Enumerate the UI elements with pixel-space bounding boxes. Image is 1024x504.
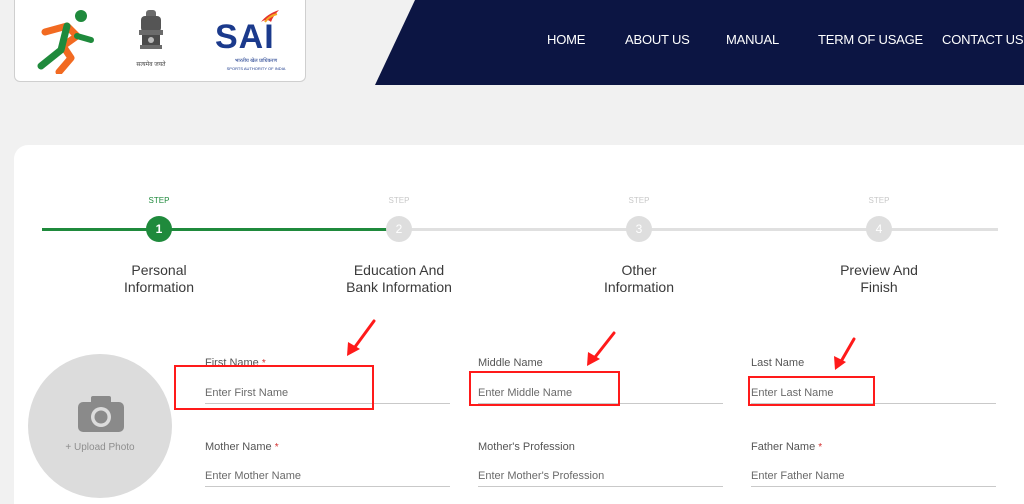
sai-english-caption: SPORTS AUTHORITY OF INDIA [226, 66, 286, 71]
sai-bird-icon [261, 10, 279, 23]
mother-name-required-mark: * [274, 442, 279, 453]
step-4-label: Preview And Finish [794, 262, 964, 296]
logo-panel: सत्यमेव जयते SAI भारतीय खेल प्राधिकरण SP… [14, 0, 306, 82]
step-1-label-line1: Personal [131, 262, 187, 278]
last-name-input[interactable] [751, 382, 996, 404]
step-1-label: Personal Information [74, 262, 244, 296]
last-name-label: Last Name [751, 357, 805, 369]
mother-profession-label: Mother's Profession [478, 441, 575, 453]
fit-india-logo[interactable] [37, 6, 97, 74]
step-2-label-line1: Education And [353, 262, 445, 278]
sai-logo[interactable]: SAI भारतीय खेल प्राधिकरण SPORTS AUTHORIT… [215, 6, 295, 78]
step-2-progress-line [410, 228, 630, 231]
father-name-input[interactable] [751, 465, 996, 487]
middle-name-label: Middle Name [478, 357, 543, 369]
upload-photo-label: + Upload Photo [65, 442, 135, 453]
step-3-tag: STEP [628, 196, 650, 205]
step-4-progress-line [890, 228, 998, 231]
first-name-label-text: First Name [205, 357, 259, 369]
step-3-label-line2: Information [603, 279, 675, 295]
national-emblem-icon [139, 10, 163, 49]
step-1-tag: STEP [148, 196, 170, 205]
mother-name-label-text: Mother Name [205, 441, 272, 453]
nav-about-us[interactable]: ABOUT US [625, 32, 690, 47]
step-4-tag: STEP [868, 196, 890, 205]
nav-manual[interactable]: MANUAL [726, 32, 779, 47]
step-2-tag: STEP [388, 196, 410, 205]
middle-name-input[interactable] [478, 382, 723, 404]
step-4-label-line2: Finish [860, 279, 898, 295]
nav-home[interactable]: HOME [547, 32, 585, 47]
step-3-circle[interactable]: 3 [626, 216, 652, 242]
step-4-label-line1: Preview And [840, 262, 918, 278]
step-2-label: Education And Bank Information [314, 262, 484, 296]
step-2-label-line2: Bank Information [346, 279, 452, 295]
first-name-label: First Name * [205, 357, 266, 369]
nav-contact-us[interactable]: CONTACT US [942, 32, 1024, 47]
step-3-progress-line [650, 228, 870, 231]
mother-profession-input[interactable] [478, 465, 723, 487]
step-1-progress-line [42, 228, 390, 231]
mother-name-label: Mother Name * [205, 441, 279, 453]
step-1-label-line2: Information [123, 279, 195, 295]
step-3-label: Other Information [554, 262, 724, 296]
mother-name-input[interactable] [205, 465, 450, 487]
camera-icon [78, 396, 124, 432]
step-4-circle[interactable]: 4 [866, 216, 892, 242]
first-name-required-mark: * [261, 358, 266, 369]
first-name-input[interactable] [205, 382, 450, 404]
emblem-caption: सत्यमेव जयते [136, 62, 166, 68]
step-1-circle[interactable]: 1 [146, 216, 172, 242]
father-name-label: Father Name * [751, 441, 822, 453]
step-3-label-line1: Other [621, 262, 657, 278]
father-name-required-mark: * [818, 442, 823, 453]
step-2-circle[interactable]: 2 [386, 216, 412, 242]
upload-photo-button[interactable]: + Upload Photo [28, 354, 172, 498]
nav-term-of-usage[interactable]: TERM OF USAGE [818, 32, 923, 47]
sai-hindi-caption: भारतीय खेल प्राधिकरण [234, 58, 278, 64]
father-name-label-text: Father Name [751, 441, 816, 453]
